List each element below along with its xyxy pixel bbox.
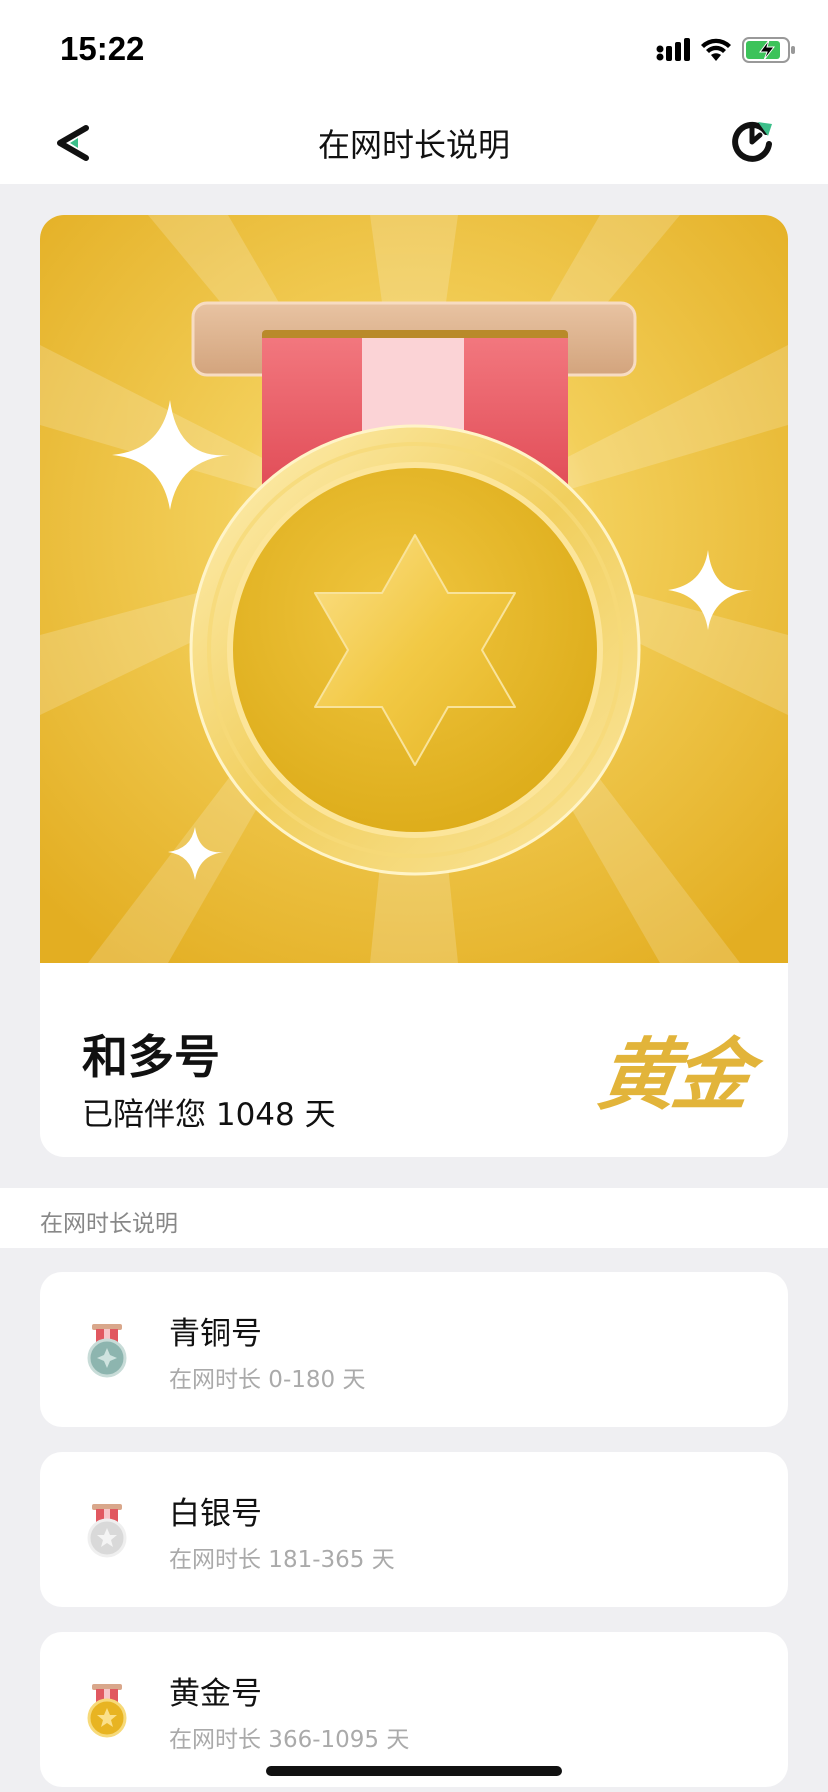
- signal-icon: [656, 38, 690, 61]
- section-label: 在网时长说明: [40, 1211, 178, 1237]
- gold-medal-icon: [87, 1684, 127, 1738]
- status-time: 15:22: [60, 30, 145, 67]
- status-bar: 15:22: [0, 0, 828, 100]
- accompany-days: 已陪伴您 1048 天: [82, 1097, 336, 1133]
- section-header: 在网时长说明: [0, 1188, 828, 1248]
- bronze-medal-icon: [87, 1324, 127, 1378]
- level-info: 和多号 已陪伴您 1048 天 黄金: [40, 963, 788, 1157]
- tier-name: 黄金号: [169, 1676, 262, 1712]
- home-indicator: [266, 1766, 562, 1776]
- tier-card-silver: 白银号 在网时长 181-365 天: [40, 1452, 788, 1607]
- tier-card-gold: 黄金号 在网时长 366-1095 天: [40, 1632, 788, 1787]
- status-icons: [656, 36, 796, 64]
- nav-bar: 在网时长说明: [0, 100, 828, 184]
- refresh-icon[interactable]: [728, 118, 776, 166]
- tier-range: 在网时长 0-180 天: [169, 1367, 366, 1393]
- silver-medal-icon: [87, 1504, 127, 1558]
- tier-range: 在网时长 366-1095 天: [169, 1727, 410, 1753]
- wifi-icon: [701, 38, 731, 61]
- level-badge-text: 黄金: [592, 1031, 754, 1121]
- tier-name: 青铜号: [169, 1316, 262, 1352]
- tier-name: 白银号: [169, 1496, 262, 1532]
- page-title: 在网时长说明: [317, 126, 510, 164]
- level-name: 和多号: [82, 1030, 220, 1084]
- battery-charging-icon: [742, 37, 795, 63]
- tier-card-bronze: 青铜号 在网时长 0-180 天: [40, 1272, 788, 1427]
- gold-medal-illustration: [40, 215, 788, 963]
- tier-range: 在网时长 181-365 天: [169, 1547, 395, 1573]
- level-hero-card: 和多号 已陪伴您 1048 天 黄金: [40, 215, 788, 1157]
